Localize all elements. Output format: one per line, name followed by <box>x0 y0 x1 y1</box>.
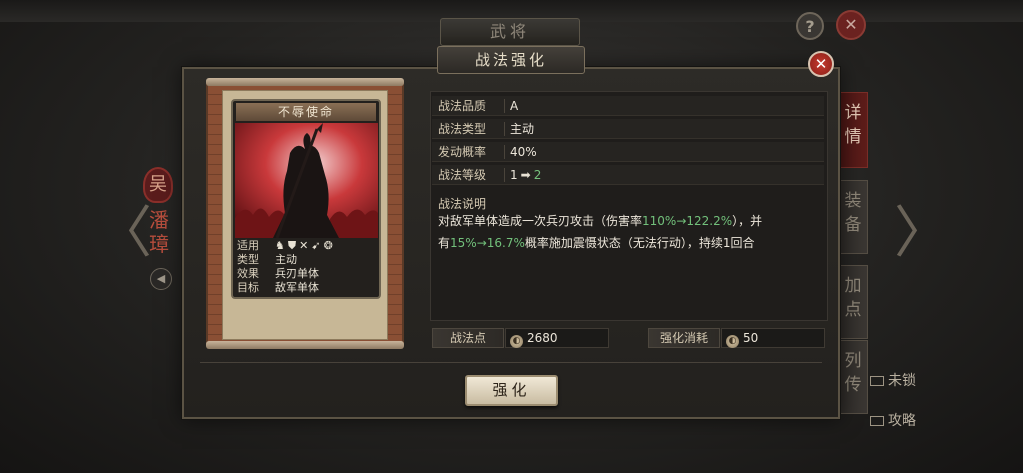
row-divider <box>504 145 505 159</box>
row-divider <box>504 168 505 182</box>
voice-icon[interactable]: ◀ <box>150 268 172 290</box>
card-attr-type: 类型 主动 <box>237 253 377 267</box>
info-row-quality: 战法品质 A <box>432 96 824 116</box>
type-value: 主动 <box>510 122 535 136</box>
upgrade-cost-amount: 50 <box>743 331 759 345</box>
attr-label-effect: 效果 <box>237 267 259 280</box>
row-divider <box>504 99 505 113</box>
guide-link[interactable]: 攻略 <box>870 410 916 430</box>
desc-text-part: 概率施加震慑状态（无法行动），持续1回合 <box>524 236 755 250</box>
description-text: 对敌军单体造成一次兵刃攻击（伤害率110%→122.2%），并 有15%→16.… <box>438 210 820 254</box>
screen-close-icon[interactable]: ✕ <box>836 10 866 40</box>
coin-icon: ◐ <box>726 335 739 348</box>
unit-type-icons: ♞⛊✕➹❂ <box>275 239 336 253</box>
dialog-close-icon[interactable]: ✕ <box>808 51 834 77</box>
attr-value-target: 敌军单体 <box>275 281 319 294</box>
info-row-level: 战法等级 1 ➡ 2 <box>432 165 824 185</box>
damage-rate-highlight: 110%→122.2% <box>642 214 733 228</box>
unlock-label: 未锁 <box>888 373 916 389</box>
upgrade-cost-value: ◐ 50 <box>721 328 825 348</box>
level-label: 战法等级 <box>438 168 487 182</box>
info-row-chance: 发动概率 40% <box>432 142 824 162</box>
hero-name: 潘璋 <box>149 208 169 256</box>
scroll-rod-top <box>206 78 404 86</box>
lock-icon <box>870 376 884 386</box>
coin-icon: ◐ <box>510 335 523 348</box>
chance-label: 发动概率 <box>438 145 487 159</box>
skill-points-label: 战法点 <box>432 328 504 348</box>
card-attr-target: 目标 敌军单体 <box>237 281 377 295</box>
quality-label: 战法品质 <box>438 99 487 113</box>
level-arrow-icon: ➡ <box>520 168 531 182</box>
book-icon <box>870 416 884 426</box>
skill-card-title: 不辱使命 <box>236 103 376 121</box>
dialog-title: 战法强化 <box>437 46 585 74</box>
tab-bonus[interactable]: 加点 <box>838 265 868 339</box>
description-line-2: 有15%→16.7%概率施加震慑状态（无法行动），持续1回合 <box>438 232 820 254</box>
screen-title: 武将 <box>440 18 580 46</box>
skill-card-art <box>235 123 378 238</box>
pike-icon: ✕ <box>299 239 312 252</box>
tab-detail[interactable]: 详情 <box>838 92 868 168</box>
faction-badge: 吴 <box>143 167 173 203</box>
upgrade-button[interactable]: 强化 <box>465 375 558 406</box>
info-row-type: 战法类型 主动 <box>432 119 824 139</box>
guide-label: 攻略 <box>888 413 916 429</box>
skill-points-value: ◐ 2680 <box>505 328 609 348</box>
upgrade-cost-label: 强化消耗 <box>648 328 720 348</box>
shield-icon: ⛊ <box>287 239 300 252</box>
chance-value: 40% <box>510 145 537 159</box>
row-divider <box>504 122 505 136</box>
unlock-link[interactable]: 未锁 <box>870 370 916 390</box>
description-line-1: 对敌军单体造成一次兵刃攻击（伤害率110%→122.2%），并 <box>438 210 820 232</box>
type-label: 战法类型 <box>438 122 487 136</box>
footer-divider <box>200 362 822 363</box>
mechanism-icon: ❂ <box>323 239 336 252</box>
tab-bio[interactable]: 列传 <box>838 340 868 414</box>
level-to: 2 <box>533 168 542 182</box>
attr-label-type: 类型 <box>237 253 259 266</box>
desc-text-part: 有 <box>438 236 451 250</box>
cavalry-icon: ♞ <box>275 239 288 252</box>
help-icon[interactable]: ? <box>796 12 824 40</box>
attr-value-effect: 兵刃单体 <box>275 267 319 280</box>
attr-label-target: 目标 <box>237 281 259 294</box>
scroll-rod-bottom <box>206 341 404 349</box>
desc-text-part: ），并 <box>732 214 763 228</box>
tab-equip[interactable]: 装备 <box>838 180 868 254</box>
desc-text-part: 对敌军单体造成一次兵刃攻击（伤害率 <box>438 214 643 228</box>
attr-label-units: 适用 <box>237 239 259 252</box>
stun-chance-highlight: 15%→16.7% <box>450 236 525 250</box>
card-attr-effect: 效果 兵刃单体 <box>237 267 377 281</box>
level-from: 1 <box>510 168 518 182</box>
skill-points-amount: 2680 <box>527 331 558 345</box>
level-value: 1 ➡ 2 <box>510 165 541 185</box>
quality-value: A <box>510 99 519 113</box>
card-attr-units: 适用 ♞⛊✕➹❂ <box>237 239 377 253</box>
attr-value-type: 主动 <box>275 253 297 266</box>
next-hero-arrow-icon[interactable]: 〉 <box>894 206 950 262</box>
bow-icon: ➹ <box>311 239 324 252</box>
prev-hero-arrow-icon[interactable]: 〈 <box>96 206 152 262</box>
